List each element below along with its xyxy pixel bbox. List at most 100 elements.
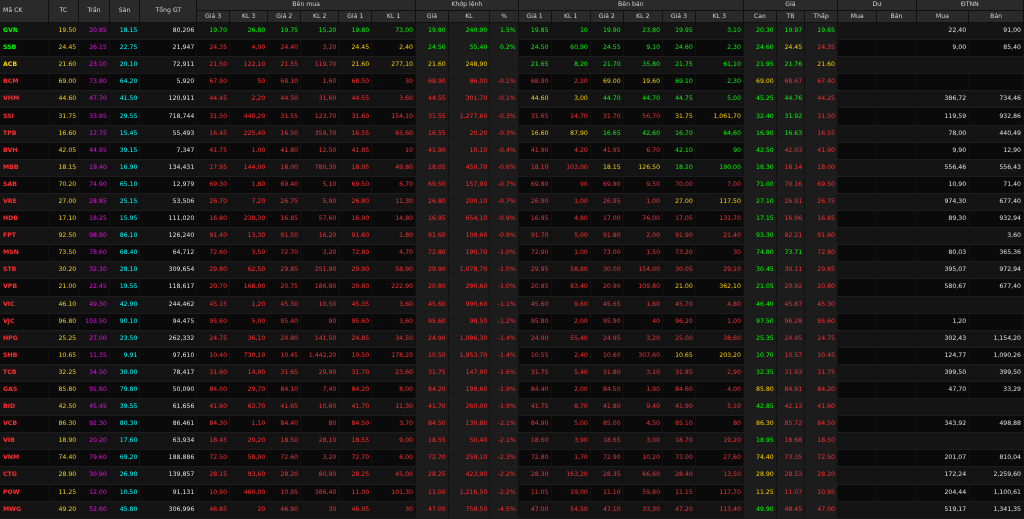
col-header-ask-vol-2[interactable]: KL 2 bbox=[623, 10, 664, 23]
table-row[interactable]: GVR 19.50 20.85 18.15 80,206 19.70 26,80 19.75 1… bbox=[0, 22, 1024, 41]
symbol-cell[interactable]: VCB bbox=[0, 415, 49, 434]
col-header-match-price[interactable]: Giá bbox=[415, 10, 449, 23]
col-header-bid-vol-1[interactable]: KL 1 bbox=[371, 10, 416, 23]
symbol-cell[interactable]: HDB bbox=[0, 210, 49, 229]
ask-vol-3-cell: 2,30 bbox=[695, 73, 744, 92]
symbol-cell[interactable]: TCB bbox=[0, 364, 49, 382]
symbol-cell[interactable]: MWG bbox=[0, 501, 49, 519]
col-header-ask-price-2[interactable]: Giá 2 bbox=[590, 10, 624, 23]
symbol-cell[interactable]: MBB bbox=[0, 159, 49, 177]
col-header-ask-vol-1[interactable]: KL 1 bbox=[551, 10, 591, 23]
col-header-bid-vol-3[interactable]: KL 3 bbox=[229, 10, 269, 23]
bid-price-2-cell: 21.55 bbox=[267, 56, 302, 75]
symbol-cell[interactable]: VJC bbox=[0, 313, 49, 331]
foreign-sell-cell: 556,43 bbox=[968, 159, 1024, 177]
symbol-cell[interactable]: VIC bbox=[0, 296, 49, 314]
ask-price-1-cell: 41.75 bbox=[518, 398, 552, 417]
foreign-sell-cell bbox=[968, 398, 1024, 417]
ask-price-3-cell: 31.75 bbox=[662, 107, 696, 126]
symbol-cell[interactable]: SHB bbox=[0, 347, 49, 365]
symbol-cell[interactable]: TPB bbox=[0, 125, 49, 143]
remaining-buy-cell bbox=[837, 176, 878, 194]
symbol-cell[interactable]: GVR bbox=[0, 22, 49, 41]
table-row[interactable]: VIB 18.90 20.20 17.60 63,934 18.45 20,20 18.50 2… bbox=[0, 432, 1024, 451]
col-header-ceiling[interactable]: Trần bbox=[78, 0, 110, 23]
col-header-match-pct[interactable]: % bbox=[489, 10, 519, 23]
ask-vol-3-cell: 3,10 bbox=[695, 22, 744, 41]
symbol-cell[interactable]: STB bbox=[0, 261, 49, 280]
col-header-ask-vol-3[interactable]: KL 3 bbox=[695, 10, 744, 23]
symbol-cell[interactable]: POW bbox=[0, 484, 49, 502]
table-row[interactable]: VIC 46.10 49.30 42.90 244,462 45.15 1,20 45.30 1… bbox=[0, 296, 1024, 314]
symbol-cell[interactable]: MSN bbox=[0, 244, 49, 263]
table-row[interactable]: SSB 24.45 26.15 22.75 21,947 24.35 4,00 24.40 3,… bbox=[0, 39, 1024, 58]
table-row[interactable]: HDB 17.10 18.25 15.95 111,020 16.80 238,30 16.8… bbox=[0, 210, 1024, 229]
col-header-remaining-sell[interactable]: Bán bbox=[876, 10, 917, 23]
table-row[interactable]: BVH 42.05 44.95 39.15 7,347 41.75 1,00 41.80 12,… bbox=[0, 142, 1024, 160]
table-row[interactable]: TPB 16.60 17.75 15.45 55,493 16.45 225,40 16.50… bbox=[0, 125, 1024, 143]
high-price-cell: 30.45 bbox=[743, 261, 777, 280]
col-header-bid-price-2[interactable]: Giá 2 bbox=[267, 10, 302, 23]
symbol-cell[interactable]: VIB bbox=[0, 432, 49, 451]
symbol-cell[interactable]: GAS bbox=[0, 381, 49, 400]
col-header-high[interactable]: Cao bbox=[743, 10, 777, 23]
symbol-cell[interactable]: HPG bbox=[0, 330, 49, 348]
symbol-cell[interactable]: VRE bbox=[0, 193, 49, 212]
col-header-symbol[interactable]: Mã CK bbox=[0, 0, 49, 23]
total-value-cell: 306,996 bbox=[139, 501, 198, 519]
col-header-total-value[interactable]: Tổng GT bbox=[139, 0, 198, 23]
symbol-cell[interactable]: SSB bbox=[0, 39, 49, 58]
col-header-bid-price-1[interactable]: Giá 1 bbox=[338, 10, 373, 23]
symbol-cell[interactable]: VHM bbox=[0, 90, 49, 109]
table-row[interactable]: POW 11.25 12.00 10.50 91,131 10.90 460,00 10.95… bbox=[0, 484, 1024, 502]
symbol-cell[interactable]: SSI bbox=[0, 107, 49, 126]
symbol-cell[interactable]: VNM bbox=[0, 449, 49, 468]
table-row[interactable]: HPG 25.25 27.00 23.50 262,332 24.75 36,10 24.80… bbox=[0, 330, 1024, 348]
table-row[interactable]: MBB 18.15 19.40 16.90 134,431 17.95 144,00 18.0… bbox=[0, 159, 1024, 177]
table-row[interactable]: VJC 96.80 103.50 90.10 94,475 95.60 5,00 95.40 9… bbox=[0, 313, 1024, 331]
table-row[interactable]: GAS 85.80 91.80 79.80 50,090 84.00 29,70 84.10 7… bbox=[0, 381, 1024, 400]
table-row[interactable]: BID 42.50 45.45 39.55 61,656 41.60 63,70 41.65 1… bbox=[0, 398, 1024, 417]
table-row[interactable]: VRE 27.00 28.85 25.15 53,506 26.70 7,20 26.75 5,… bbox=[0, 193, 1024, 212]
col-header-ask-price-1[interactable]: Giá 1 bbox=[518, 10, 552, 23]
col-header-foreign-sell[interactable]: Bán bbox=[968, 10, 1024, 23]
col-header-ref[interactable]: TC bbox=[48, 0, 80, 23]
col-header-remaining-buy[interactable]: Mua bbox=[837, 10, 878, 23]
table-row[interactable]: VPB 21.00 22.45 19.55 118,617 20.70 168,90 20.7… bbox=[0, 278, 1024, 297]
symbol-cell[interactable]: VPB bbox=[0, 278, 49, 297]
symbol-cell[interactable]: SAB bbox=[0, 176, 49, 194]
table-row[interactable]: BCM 69.00 73.80 64.20 5,920 67.90 50 68.10 1,60 6… bbox=[0, 73, 1024, 92]
col-header-ask-price-3[interactable]: Giá 3 bbox=[662, 10, 696, 23]
table-row[interactable]: MWG 49.20 52.60 45.80 306,996 46.85 20 46.90 30 4… bbox=[0, 501, 1024, 519]
table-row[interactable]: SHB 10.65 11.35 9.91 97,610 10.40 730,10 10.45 1… bbox=[0, 347, 1024, 365]
col-header-foreign-buy[interactable]: Mua bbox=[916, 10, 970, 23]
table-row[interactable]: VNM 74.40 79.60 69.20 188,886 72.50 58,90 72.60… bbox=[0, 449, 1024, 468]
bid-price-3-cell: 18.45 bbox=[196, 432, 231, 451]
symbol-cell[interactable]: FPT bbox=[0, 227, 49, 246]
col-header-match-vol[interactable]: KL bbox=[448, 10, 491, 23]
remaining-buy-cell bbox=[837, 330, 878, 348]
bid-vol-1-cell: 4,70 bbox=[371, 244, 416, 263]
symbol-cell[interactable]: BCM bbox=[0, 73, 49, 92]
table-row[interactable]: TCB 32.25 34.50 30.00 78,417 31.60 14,90 31.65 2… bbox=[0, 364, 1024, 382]
col-header-bid-vol-2[interactable]: KL 2 bbox=[300, 10, 340, 23]
symbol-cell[interactable]: BVH bbox=[0, 142, 49, 160]
ask-price-1-cell: 31.75 bbox=[518, 364, 552, 382]
ask-price-1-cell: 84.90 bbox=[518, 415, 552, 434]
table-row[interactable]: VHM 44.60 47.70 41.50 120,911 44.45 2,20 44.50 3… bbox=[0, 90, 1024, 109]
table-row[interactable]: STB 30.20 32.30 28.10 309,654 29.80 62,50 29.85… bbox=[0, 261, 1024, 280]
table-row[interactable]: SAB 70.20 74.90 65.10 12,979 69.30 1,80 69.40 5,… bbox=[0, 176, 1024, 194]
table-row[interactable]: ACB 21.60 23.10 20.10 72,911 21.50 122,10 21.55… bbox=[0, 56, 1024, 75]
table-row[interactable]: SSI 31.75 33.95 29.55 718,744 31.50 440,20 31.5… bbox=[0, 107, 1024, 126]
col-header-bid-price-3[interactable]: Giá 3 bbox=[196, 10, 231, 23]
symbol-cell[interactable]: CTG bbox=[0, 466, 49, 485]
symbol-cell[interactable]: ACB bbox=[0, 56, 49, 75]
table-row[interactable]: VCB 86.30 92.30 80.30 86,461 84.30 1,10 84.40 80… bbox=[0, 415, 1024, 434]
table-row[interactable]: MSN 73.50 78.60 68.40 64,712 72.60 3,50 72.70 3,… bbox=[0, 244, 1024, 263]
table-row[interactable]: CTG 28.90 30.90 26.90 139,857 28.15 93,60 28.20… bbox=[0, 466, 1024, 485]
table-row[interactable]: FPT 92.50 98.90 86.10 126,240 91.40 13,30 91.50… bbox=[0, 227, 1024, 246]
col-header-floor[interactable]: Sàn bbox=[109, 0, 141, 23]
symbol-cell[interactable]: BID bbox=[0, 398, 49, 417]
col-header-low[interactable]: Thấp bbox=[804, 10, 838, 23]
col-header-avg[interactable]: TB bbox=[776, 10, 806, 23]
